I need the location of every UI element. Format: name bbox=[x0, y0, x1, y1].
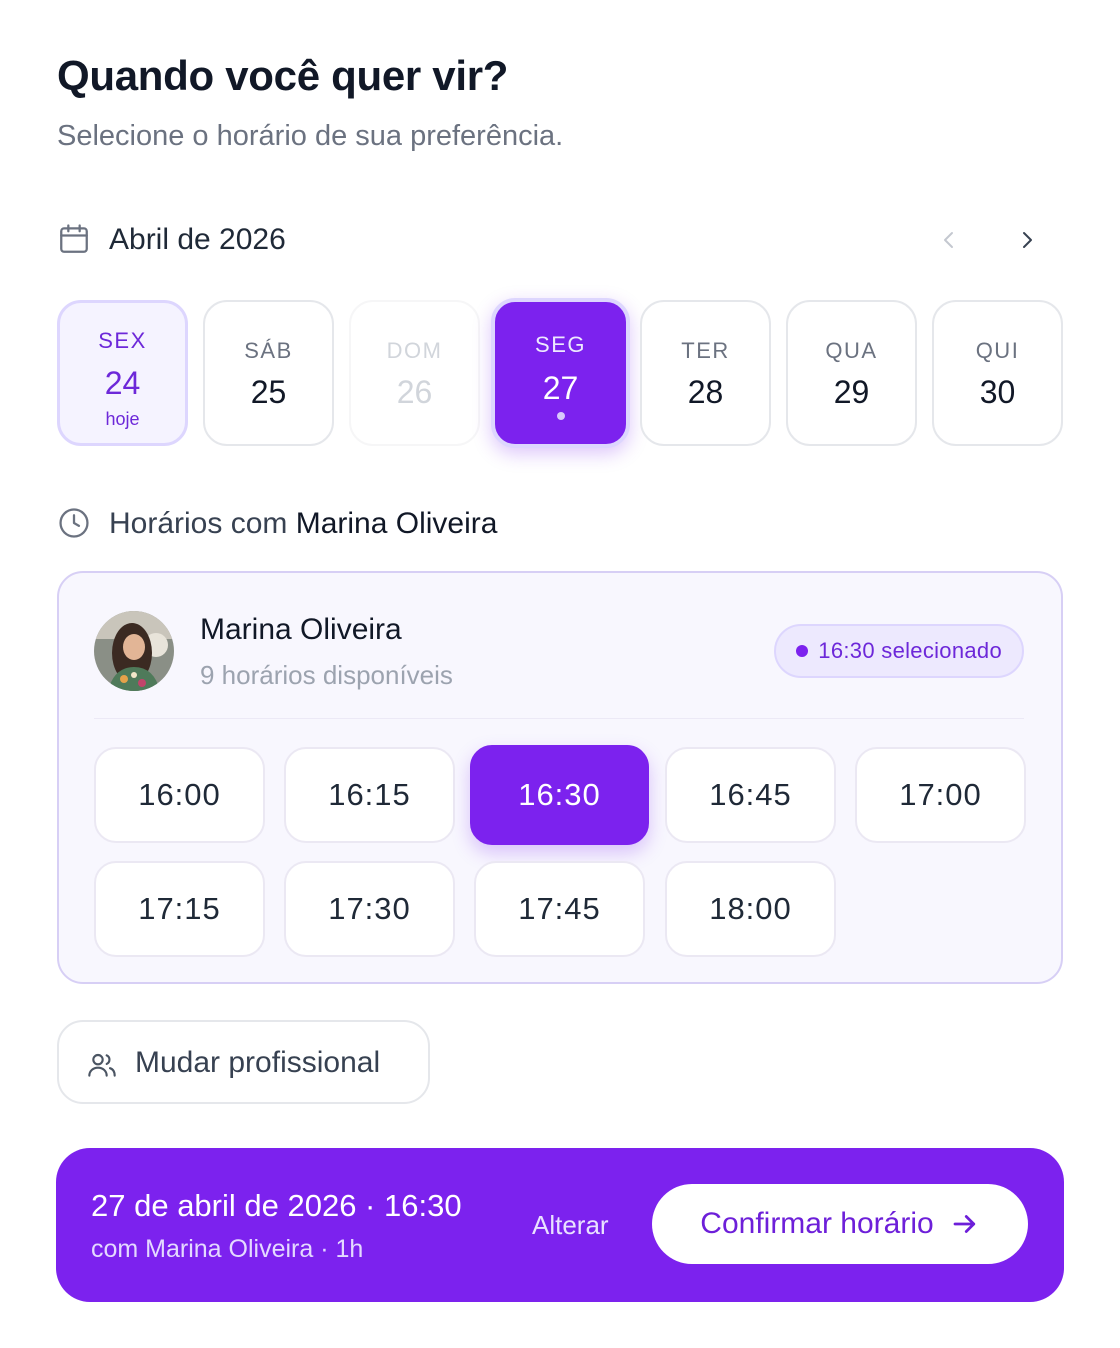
day-weekday: QUI bbox=[975, 338, 1020, 363]
day-number: 25 bbox=[250, 374, 287, 410]
day-number: 24 bbox=[104, 365, 141, 401]
time-slot-1715[interactable]: 17:15 bbox=[94, 861, 265, 957]
time-slot-1745[interactable]: 17:45 bbox=[474, 861, 645, 957]
time-slot-1615[interactable]: 16:15 bbox=[284, 747, 455, 843]
confirm-label: Confirmar horário bbox=[700, 1207, 934, 1240]
time-slot-1600[interactable]: 16:00 bbox=[94, 747, 265, 843]
selected-time-label: 16:30 selecionado bbox=[818, 638, 1002, 663]
time-slot-1700[interactable]: 17:00 bbox=[855, 747, 1026, 843]
time-slot-1630[interactable]: 16:30 bbox=[470, 745, 649, 845]
professional-slots-panel: Marina Oliveira 9 horários disponíveis 1… bbox=[57, 571, 1063, 984]
day-picker: SEX 24 hoje SÁB 25 DOM 26 SEG 27 TER 28 … bbox=[57, 298, 1067, 450]
badge-dot-icon bbox=[796, 645, 809, 657]
professional-name: Marina Oliveira bbox=[200, 613, 402, 646]
avatar bbox=[94, 611, 174, 691]
arrow-right-icon bbox=[953, 1215, 975, 1233]
day-weekday: QUA bbox=[825, 338, 878, 363]
today-label: hoje bbox=[105, 409, 140, 429]
month-label: Abril de 2026 bbox=[109, 223, 286, 256]
time-slot-1800[interactable]: 18:00 bbox=[665, 861, 836, 957]
slots-heading-prefix: Horários com bbox=[109, 507, 288, 540]
day-weekday: SEG bbox=[535, 332, 586, 357]
confirm-time-button[interactable]: Confirmar horário bbox=[652, 1184, 1028, 1264]
day-number: 26 bbox=[396, 374, 433, 410]
day-weekday: SÁB bbox=[244, 338, 293, 363]
day-25[interactable]: SÁB 25 bbox=[203, 300, 334, 446]
users-icon bbox=[88, 1053, 116, 1077]
day-26: DOM 26 bbox=[349, 300, 480, 446]
day-24[interactable]: SEX 24 hoje bbox=[57, 300, 188, 446]
day-28[interactable]: TER 28 bbox=[640, 300, 771, 446]
time-slot-1730[interactable]: 17:30 bbox=[284, 861, 455, 957]
slots-heading-text: Horários com Marina Oliveira bbox=[109, 507, 497, 541]
day-29[interactable]: QUA 29 bbox=[786, 300, 917, 446]
previous-month-button[interactable] bbox=[927, 218, 971, 262]
calendar-icon bbox=[60, 224, 88, 253]
selected-day-indicator bbox=[556, 412, 565, 420]
day-weekday: DOM bbox=[386, 338, 443, 363]
booking-summary-bar: 27 de abril de 2026 · 16:30 com Marina O… bbox=[56, 1148, 1064, 1302]
day-number: 29 bbox=[833, 374, 870, 410]
day-weekday: TER bbox=[681, 338, 730, 363]
chevron-right-icon bbox=[1023, 232, 1032, 248]
day-number: 30 bbox=[979, 374, 1016, 410]
divider bbox=[94, 718, 1024, 719]
page-subtitle: Selecione o horário de sua preferência. bbox=[57, 120, 564, 152]
next-month-button[interactable] bbox=[1005, 218, 1049, 262]
day-27[interactable]: SEG 27 bbox=[491, 298, 630, 448]
month-header: Abril de 2026 bbox=[57, 218, 1047, 262]
day-weekday: SEX bbox=[98, 328, 147, 353]
clock-icon bbox=[59, 508, 89, 538]
change-booking-link[interactable]: Alterar bbox=[532, 1210, 609, 1241]
summary-date-time: 27 de abril de 2026 · 16:30 bbox=[91, 1188, 462, 1223]
day-number: 27 bbox=[542, 370, 579, 406]
selected-time-badge: 16:30 selecionado bbox=[774, 624, 1024, 678]
time-slot-1645[interactable]: 16:45 bbox=[665, 747, 836, 843]
day-number: 28 bbox=[687, 374, 724, 410]
day-30[interactable]: QUI 30 bbox=[932, 300, 1063, 446]
page-title: Quando você quer vir? bbox=[57, 52, 509, 99]
chevron-left-icon bbox=[944, 232, 953, 248]
availability-count: 9 horários disponíveis bbox=[200, 660, 453, 690]
slots-heading-name: Marina Oliveira bbox=[295, 507, 498, 540]
summary-professional-duration: com Marina Oliveira · 1h bbox=[91, 1235, 364, 1263]
change-professional-label: Mudar profissional bbox=[135, 1046, 381, 1079]
change-professional-button[interactable]: Mudar profissional bbox=[57, 1020, 430, 1104]
